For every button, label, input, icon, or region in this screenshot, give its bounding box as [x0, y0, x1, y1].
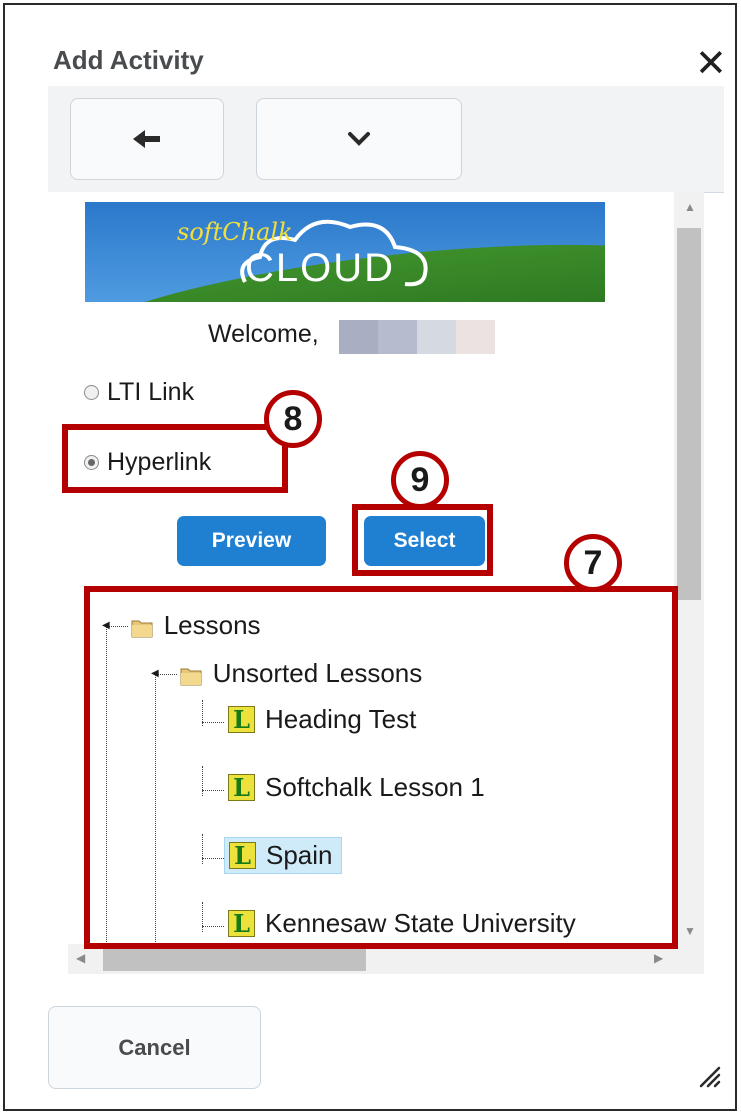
chevron-down-icon: [348, 132, 370, 146]
option-lti-link[interactable]: LTI Link: [84, 378, 194, 407]
step-badge-7: 7: [564, 534, 622, 592]
lti-link-radio[interactable]: [84, 385, 99, 400]
back-button[interactable]: [70, 98, 224, 180]
dialog-title: Add Activity: [53, 45, 204, 75]
highlight-lesson-tree: [84, 586, 678, 949]
cancel-button[interactable]: Cancel: [48, 1006, 261, 1089]
step-badge-9: 9: [391, 451, 449, 509]
close-icon[interactable]: ✕: [695, 45, 727, 83]
scroll-up-icon[interactable]: ▲: [684, 200, 696, 214]
scroll-thumb[interactable]: [677, 228, 701, 600]
resize-handle-icon[interactable]: [697, 1064, 721, 1088]
scroll-thumb[interactable]: [103, 947, 366, 971]
scroll-right-icon[interactable]: ▶: [654, 951, 663, 965]
softchalk-cloud-banner: softChalk CLOUD: [85, 202, 605, 302]
logo-cloud: CLOUD: [245, 246, 396, 290]
lti-link-label: LTI Link: [107, 378, 195, 406]
scroll-left-icon[interactable]: ◀: [76, 951, 85, 965]
redacted-username: [339, 320, 495, 354]
highlight-hyperlink: [62, 424, 288, 493]
dialog-toolbar: [48, 86, 724, 193]
scroll-down-icon[interactable]: ▼: [684, 924, 696, 938]
arrow-left-icon: [133, 130, 160, 148]
logo-softchalk: softChalk: [177, 218, 293, 246]
step-badge-8: 8: [264, 390, 322, 448]
preview-button[interactable]: Preview: [177, 516, 326, 566]
more-options-button[interactable]: [256, 98, 462, 180]
highlight-select: [352, 504, 493, 576]
vertical-scrollbar[interactable]: ▲ ▼: [674, 192, 704, 944]
welcome-text: Welcome,: [208, 320, 319, 348]
